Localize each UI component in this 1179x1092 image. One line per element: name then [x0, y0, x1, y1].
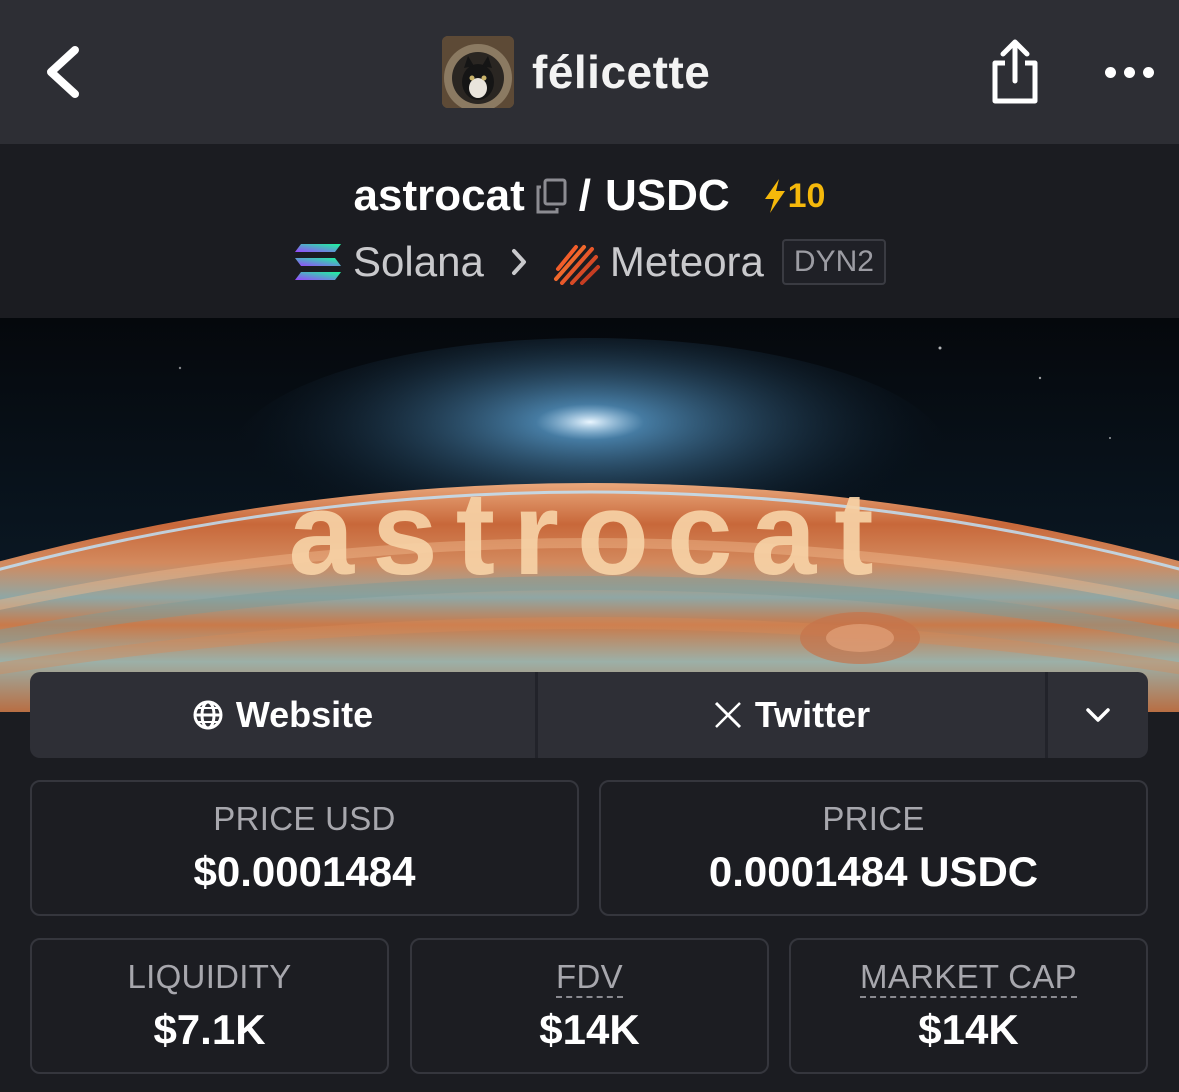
- twitter-label: Twitter: [754, 694, 871, 735]
- token-avatar: [442, 36, 514, 108]
- banner-wordmark: astrocat: [0, 466, 1179, 601]
- share-icon: [992, 39, 1038, 104]
- pair-separator: /: [578, 171, 591, 220]
- twitter-button[interactable]: Twitter: [538, 672, 1048, 758]
- social-links-bar: Website Twitter: [30, 672, 1148, 758]
- boost-badge[interactable]: 10: [762, 176, 826, 216]
- share-button[interactable]: [984, 34, 1046, 110]
- chevron-down-icon: [1086, 708, 1110, 722]
- website-label: Website: [235, 694, 374, 735]
- fdv-card[interactable]: FDV $14K: [410, 938, 769, 1074]
- fdv-label: FDV: [556, 958, 623, 998]
- boost-count: 10: [787, 176, 826, 215]
- globe-icon: [193, 700, 223, 730]
- base-token-symbol: astrocat: [353, 171, 525, 220]
- more-links-button[interactable]: [1048, 672, 1148, 758]
- price-usd-label: PRICE USD: [213, 800, 396, 837]
- website-button[interactable]: Website: [30, 672, 538, 758]
- price-card: PRICE 0.0001484 USDC: [599, 780, 1148, 916]
- market-cap-label: MARKET CAP: [860, 958, 1077, 998]
- token-name: félicette: [532, 46, 711, 98]
- copy-address-button[interactable]: [535, 178, 567, 214]
- fdv-value: $14K: [539, 1006, 640, 1053]
- quote-token-symbol: USDC: [604, 171, 730, 220]
- chain-dex-line: Solana Meteora DYN2: [0, 234, 1179, 290]
- chevron-right-icon: [510, 247, 528, 277]
- price-value: 0.0001484 USDC: [708, 848, 1039, 895]
- chain-name[interactable]: Solana: [353, 238, 484, 286]
- price-usd-value: $0.0001484: [193, 848, 416, 895]
- lightning-icon: [764, 179, 785, 213]
- chevron-left-icon: [47, 46, 79, 98]
- liquidity-value: $7.1K: [153, 1006, 266, 1053]
- market-cap-value: $14K: [918, 1006, 1019, 1053]
- token-title[interactable]: félicette: [442, 36, 710, 108]
- dex-version-badge: DYN2: [781, 239, 886, 285]
- liquidity-label: LIQUIDITY: [127, 958, 292, 995]
- liquidity-card: LIQUIDITY $7.1K: [30, 938, 389, 1074]
- market-cap-card[interactable]: MARKET CAP $14K: [789, 938, 1148, 1074]
- meteora-icon: [552, 239, 600, 285]
- price-usd-card: PRICE USD $0.0001484: [30, 780, 579, 916]
- top-nav-bar: félicette: [0, 0, 1179, 144]
- pair-title: astrocat / USDC 10: [0, 166, 1179, 226]
- banner-wordmark-text: astrocat: [288, 468, 891, 596]
- more-horizontal-icon: [1104, 66, 1116, 78]
- x-logo-icon: [714, 701, 741, 729]
- more-options-button[interactable]: [1098, 50, 1160, 94]
- copy-icon: [536, 178, 567, 214]
- price-label: PRICE: [822, 800, 925, 837]
- back-button[interactable]: [38, 42, 88, 102]
- dex-name[interactable]: Meteora: [610, 238, 764, 286]
- solana-icon: [293, 242, 343, 282]
